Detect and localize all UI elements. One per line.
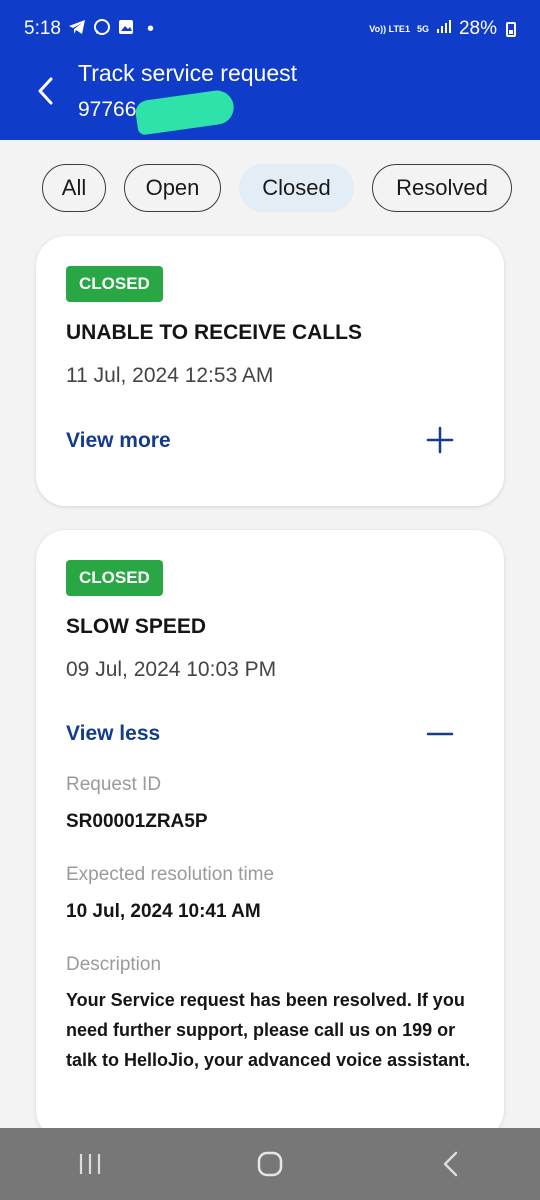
whatsapp-icon [93, 18, 111, 41]
filter-resolved[interactable]: Resolved [372, 164, 512, 212]
request-id-value: SR00001ZRA5P [66, 811, 208, 832]
request-title: SLOW SPEED [66, 615, 207, 638]
minus-icon[interactable] [426, 720, 454, 748]
battery-percentage: 28% [458, 18, 497, 39]
request-card: CLOSED UNABLE TO RECEIVE CALLS 11 Jul, 2… [36, 236, 504, 506]
back-button[interactable] [420, 1134, 480, 1194]
resolution-time-value: 10 Jul, 2024 10:41 AM [66, 901, 261, 922]
description-text: Your Service request has been resolved. … [66, 990, 471, 1070]
description-label: Description [66, 954, 162, 975]
request-id-label: Request ID [66, 774, 162, 795]
system-nav-bar [0, 1128, 540, 1200]
mobile-number: 97766 [78, 98, 137, 121]
volte-indicator: Vo)) LTE1 [369, 23, 410, 34]
filter-closed[interactable]: Closed [239, 164, 354, 212]
telegram-icon [68, 19, 86, 40]
plus-icon[interactable] [426, 426, 454, 454]
back-arrow-icon[interactable] [32, 76, 58, 106]
status-time: 5:18 [24, 18, 61, 39]
view-more-link[interactable]: View more [66, 429, 171, 453]
notification-dot-icon: • [146, 17, 154, 40]
redaction-mark [134, 88, 236, 136]
status-bar: 5:18 • Vo)) LTE1 5G 28% [0, 0, 540, 58]
request-title: UNABLE TO RECEIVE CALLS [66, 321, 362, 344]
status-badge: CLOSED [66, 560, 163, 596]
home-button[interactable] [240, 1134, 300, 1194]
request-date: 11 Jul, 2024 12:53 AM [66, 364, 274, 387]
filter-all[interactable]: All [42, 164, 106, 212]
filter-open[interactable]: Open [124, 164, 221, 212]
gallery-icon [118, 19, 134, 40]
request-card: CLOSED SLOW SPEED 09 Jul, 2024 10:03 PM … [36, 530, 504, 1140]
recent-apps-button[interactable] [60, 1134, 120, 1194]
app-header: 5:18 • Vo)) LTE1 5G 28% Track service re… [0, 0, 540, 140]
resolution-time-label: Expected resolution time [66, 864, 275, 885]
status-right: Vo)) LTE1 5G 28% [369, 18, 516, 40]
page-title: Track service request [78, 60, 297, 86]
battery-icon [506, 21, 516, 37]
status-badge: CLOSED [66, 266, 163, 302]
request-date: 09 Jul, 2024 10:03 PM [66, 658, 277, 681]
status-left: 5:18 • [24, 18, 154, 41]
network-type-indicator: 5G [416, 23, 429, 34]
signal-icon [436, 18, 452, 40]
view-less-link[interactable]: View less [66, 722, 160, 746]
filter-chips: All Open Closed Resolved [42, 164, 512, 212]
